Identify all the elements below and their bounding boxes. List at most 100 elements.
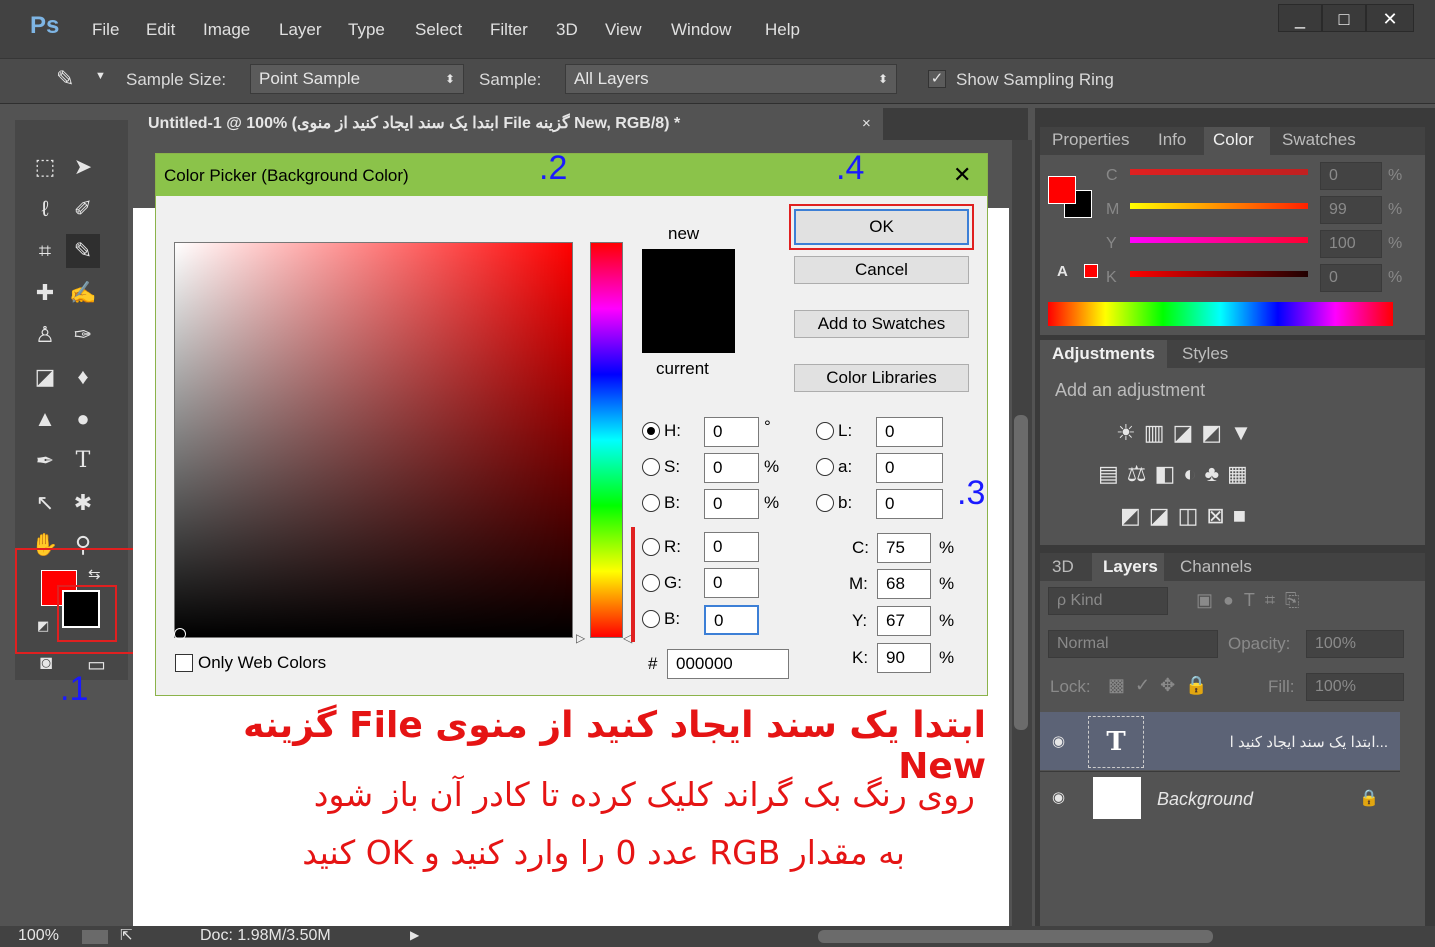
tab-layers[interactable]: Layers <box>1103 557 1158 577</box>
brush-tool-icon[interactable]: ✍ <box>66 276 100 310</box>
color-field[interactable] <box>174 242 573 638</box>
scrollbar-thumb[interactable] <box>1014 415 1028 730</box>
eye-icon[interactable]: ◉ <box>1052 732 1065 750</box>
add-to-swatches-button[interactable]: Add to Swatches <box>794 310 969 338</box>
status-icon[interactable] <box>82 930 108 944</box>
menu-window[interactable]: Window <box>671 20 731 40</box>
layer-name-background[interactable]: Background <box>1157 789 1253 810</box>
blur-tool-icon[interactable]: ▲ <box>28 402 62 436</box>
history-brush-tool-icon[interactable]: ✑ <box>66 318 100 352</box>
layer-filter-icons[interactable]: ▣●T⌗⎘ <box>1196 590 1309 611</box>
c-slider[interactable] <box>1130 169 1308 175</box>
sample-select[interactable]: All Layers ⬍ <box>565 64 897 94</box>
lab-b-input[interactable]: 0 <box>876 489 943 519</box>
k-slider[interactable] <box>1130 271 1308 277</box>
document-tab[interactable]: Untitled-1 @ 100% (ابتدا یک سند ایجاد کن… <box>133 108 883 140</box>
kind-filter-select[interactable]: ρ Kind <box>1048 587 1168 615</box>
eyedropper-tool-icon[interactable]: ✎ <box>66 234 100 268</box>
eyedropper-icon[interactable]: ✎ <box>56 66 74 92</box>
healing-tool-icon[interactable]: ✚ <box>28 276 62 310</box>
tab-color[interactable]: Color <box>1213 130 1254 150</box>
pen-tool-icon[interactable]: ✒ <box>28 444 62 478</box>
horizontal-scrollbar-thumb[interactable] <box>818 930 1213 943</box>
red-radio[interactable] <box>642 538 660 556</box>
eye-icon[interactable]: ◉ <box>1052 788 1065 806</box>
y-slider[interactable] <box>1130 237 1308 243</box>
menu-view[interactable]: View <box>605 20 642 40</box>
tab-adjustments[interactable]: Adjustments <box>1052 344 1155 364</box>
status-menu-arrow-icon[interactable]: ▶ <box>410 928 419 942</box>
sampling-ring-checkbox[interactable]: ✓ <box>928 70 946 88</box>
hue-radio[interactable] <box>642 422 660 440</box>
hue-slider[interactable] <box>590 242 623 638</box>
close-window-button[interactable]: ✕ <box>1366 4 1414 32</box>
tab-styles[interactable]: Styles <box>1182 344 1228 364</box>
screen-mode-icon[interactable]: ▭ <box>87 652 106 677</box>
menu-edit[interactable]: Edit <box>146 20 175 40</box>
blue-input[interactable]: 0 <box>704 605 759 635</box>
magenta-input[interactable]: 68 <box>877 569 931 599</box>
menu-image[interactable]: Image <box>203 20 250 40</box>
tab-swatches[interactable]: Swatches <box>1282 130 1356 150</box>
eraser-tool-icon[interactable]: ◪ <box>28 360 62 394</box>
menu-type[interactable]: Type <box>348 20 385 40</box>
saturation-radio[interactable] <box>642 458 660 476</box>
cyan-input[interactable]: 75 <box>877 533 931 563</box>
crop-tool-icon[interactable]: ⌗ <box>28 234 62 268</box>
adjustment-icons-row-1[interactable]: ☀▥◪◩▼ <box>1116 420 1260 446</box>
saturation-input[interactable]: 0 <box>704 453 759 483</box>
opacity-input[interactable]: 100% <box>1306 630 1404 658</box>
lab-b-radio[interactable] <box>816 494 834 512</box>
tab-info[interactable]: Info <box>1158 130 1186 150</box>
tab-3d[interactable]: 3D <box>1052 557 1074 577</box>
lab-l-radio[interactable] <box>816 422 834 440</box>
sample-size-select[interactable]: Point Sample ⬍ <box>250 64 464 94</box>
path-select-tool-icon[interactable]: ↖ <box>28 486 62 520</box>
current-color-preview[interactable] <box>642 301 735 353</box>
k-input[interactable]: 0 <box>1320 264 1382 292</box>
blend-mode-select[interactable]: Normal <box>1048 630 1218 658</box>
gamut-swatch[interactable] <box>1084 264 1098 278</box>
marquee-tool-icon[interactable]: ⬚ <box>28 150 62 184</box>
menu-filter[interactable]: Filter <box>490 20 528 40</box>
lasso-tool-icon[interactable]: ℓ <box>28 192 62 226</box>
dialog-close-icon[interactable]: ✕ <box>953 162 971 188</box>
hue-slider-handle-icon[interactable]: ▷ <box>576 631 585 645</box>
cancel-button[interactable]: Cancel <box>794 256 969 284</box>
green-input[interactable]: 0 <box>704 568 759 598</box>
maximize-button[interactable]: □ <box>1322 4 1366 32</box>
brightness-radio[interactable] <box>642 494 660 512</box>
minimize-button[interactable]: _ <box>1278 4 1322 32</box>
c-input[interactable]: 0 <box>1320 162 1382 190</box>
m-slider[interactable] <box>1130 203 1308 209</box>
zoom-level[interactable]: 100% <box>18 927 59 945</box>
lab-a-radio[interactable] <box>816 458 834 476</box>
brightness-input[interactable]: 0 <box>704 489 759 519</box>
shape-tool-icon[interactable]: ✱ <box>66 486 100 520</box>
blue-radio[interactable] <box>642 610 660 628</box>
color-libraries-button[interactable]: Color Libraries <box>794 364 969 392</box>
lab-l-input[interactable]: 0 <box>876 417 943 447</box>
hex-input[interactable]: 000000 <box>667 649 789 679</box>
red-input[interactable]: 0 <box>704 532 759 562</box>
fill-input[interactable]: 100% <box>1306 673 1404 701</box>
menu-select[interactable]: Select <box>415 20 462 40</box>
bucket-tool-icon[interactable]: ♦ <box>66 360 100 394</box>
green-radio[interactable] <box>642 574 660 592</box>
color-spectrum-ramp[interactable] <box>1048 302 1393 326</box>
adjustment-icons-row-2[interactable]: ▤⚖◧◐♣▦ <box>1098 461 1256 487</box>
menu-file[interactable]: File <box>92 20 119 40</box>
only-web-colors-checkbox[interactable] <box>175 654 193 672</box>
panel-foreground-swatch-front[interactable] <box>1048 176 1076 204</box>
hue-input[interactable]: 0 <box>704 417 759 447</box>
dodge-tool-icon[interactable]: ● <box>66 402 100 436</box>
m-input[interactable]: 99 <box>1320 196 1382 224</box>
y-input[interactable]: 100 <box>1320 230 1382 258</box>
black-input[interactable]: 90 <box>877 643 931 673</box>
tab-channels[interactable]: Channels <box>1180 557 1252 577</box>
menu-layer[interactable]: Layer <box>279 20 322 40</box>
move-tool-icon[interactable]: ➤ <box>66 150 100 184</box>
color-field-marker-icon[interactable] <box>174 628 186 640</box>
lock-icons[interactable]: ▩✓✥🔒 <box>1108 675 1218 696</box>
yellow-input[interactable]: 67 <box>877 606 931 636</box>
